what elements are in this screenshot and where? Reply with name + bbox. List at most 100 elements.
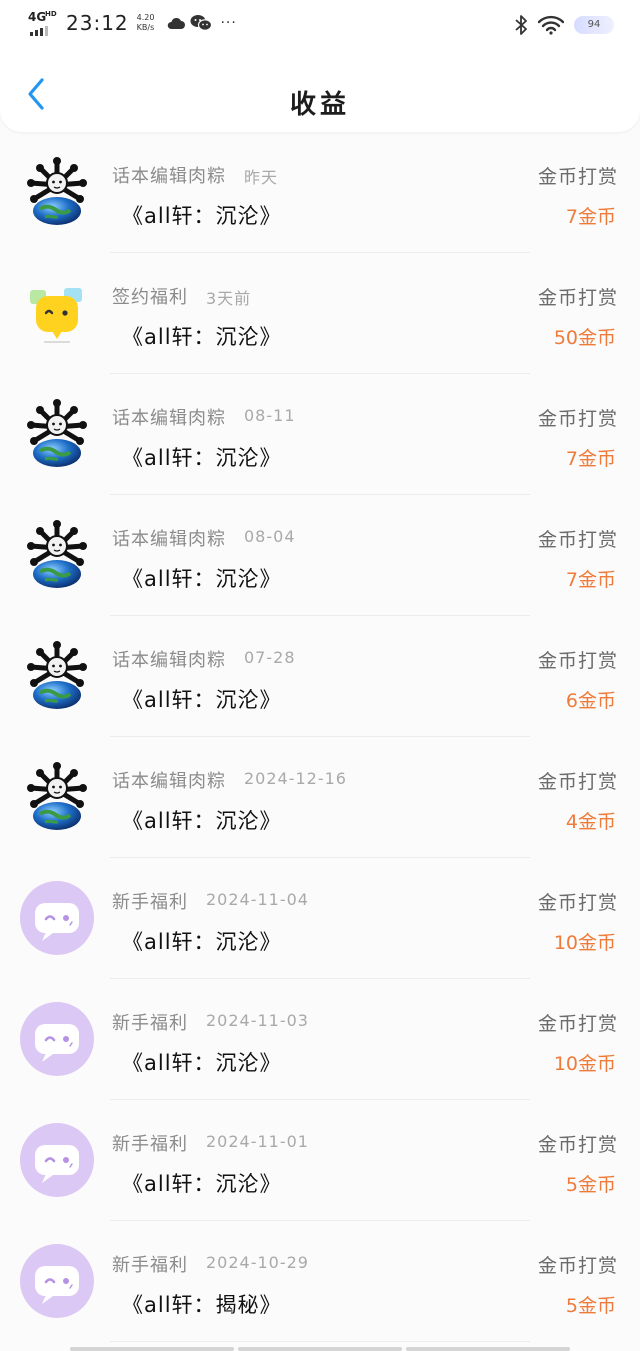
record-source: 新手福利 <box>112 892 188 913</box>
income-record-row[interactable]: 话本编辑肉粽 昨天 《all轩：沉沦》 金币打赏 7金币 <box>0 132 640 253</box>
record-reward-type: 金币打赏 <box>537 771 618 793</box>
record-date: 2024-11-01 <box>206 1132 309 1151</box>
record-amount: 7金币 <box>565 569 616 591</box>
record-reward-type: 金币打赏 <box>537 650 618 672</box>
record-date: 2024-10-29 <box>206 1253 309 1272</box>
editor-globe-icon <box>27 157 87 225</box>
record-date: 2024-11-03 <box>206 1011 309 1030</box>
purple-chat-bubble-icon <box>20 1123 94 1197</box>
income-record-row[interactable]: 签约福利 3天前 《all轩：沉沦》 金币打赏 50金币 <box>0 253 640 374</box>
editor-globe-icon <box>27 762 87 830</box>
record-amount: 10金币 <box>553 932 616 954</box>
record-work-title: 《all轩：沉沦》 <box>122 1051 282 1075</box>
editor-globe-icon <box>27 399 87 467</box>
speed-unit: KB/s <box>136 23 155 32</box>
record-date: 3天前 <box>206 289 252 308</box>
yellow-chat-bubble-icon <box>30 288 82 343</box>
income-record-list: 话本编辑肉粽 昨天 《all轩：沉沦》 金币打赏 7金币 签约福利 3天前 《a… <box>0 132 640 1342</box>
wifi-icon <box>538 15 564 35</box>
record-amount: 50金币 <box>553 327 616 349</box>
battery-indicator: 94 <box>574 16 614 34</box>
record-work-title: 《all轩：沉沦》 <box>122 809 282 833</box>
income-record-row[interactable]: 话本编辑肉粽 08-11 《all轩：沉沦》 金币打赏 7金币 <box>0 374 640 495</box>
record-amount: 4金币 <box>565 811 616 833</box>
record-reward-type: 金币打赏 <box>537 1013 618 1035</box>
record-source: 签约福利 <box>112 287 188 308</box>
page-title: 收益 <box>289 90 350 120</box>
status-right: 94 <box>514 14 614 36</box>
record-work-title: 《all轩：沉沦》 <box>122 567 282 591</box>
sender-avatar <box>20 397 94 471</box>
sender-avatar <box>20 155 94 229</box>
notification-icons: ··· <box>166 14 236 32</box>
purple-chat-bubble-icon <box>20 1244 94 1318</box>
record-amount: 5金币 <box>565 1295 616 1317</box>
editor-globe-icon <box>27 641 87 709</box>
page-header: 收益 <box>0 62 640 132</box>
record-reward-type: 金币打赏 <box>537 1255 618 1277</box>
sender-avatar <box>20 639 94 713</box>
record-work-title: 《all轩：沉沦》 <box>122 446 282 470</box>
record-work-title: 《all轩：沉沦》 <box>122 204 282 228</box>
sender-avatar <box>20 760 94 834</box>
wechat-icon <box>190 15 213 31</box>
record-source: 新手福利 <box>112 1134 188 1155</box>
record-date: 2024-11-04 <box>206 890 309 909</box>
record-amount: 10金币 <box>553 1053 616 1075</box>
record-date: 07-28 <box>244 648 296 667</box>
status-bar: 4G HD 23:12 4.20 KB/s ··· 94 <box>0 0 640 50</box>
record-source: 新手福利 <box>112 1013 188 1034</box>
income-record-row[interactable]: 话本编辑肉粽 07-28 《all轩：沉沦》 金币打赏 6金币 <box>0 616 640 737</box>
sender-avatar <box>20 276 94 350</box>
record-reward-type: 金币打赏 <box>537 529 618 551</box>
record-date: 08-11 <box>244 406 296 425</box>
purple-chat-bubble-icon <box>20 881 94 955</box>
record-source: 话本编辑肉粽 <box>112 166 226 187</box>
income-record-row[interactable]: 新手福利 2024-11-04 《all轩：沉沦》 金币打赏 10金币 <box>0 858 640 979</box>
sender-avatar <box>20 881 94 955</box>
record-work-title: 《all轩：沉沦》 <box>122 688 282 712</box>
editor-globe-icon <box>27 520 87 588</box>
record-source: 新手福利 <box>112 1255 188 1276</box>
record-date: 昨天 <box>244 168 279 187</box>
record-source: 话本编辑肉粽 <box>112 771 226 792</box>
record-amount: 6金币 <box>565 690 616 712</box>
sender-avatar <box>20 1244 94 1318</box>
record-source: 话本编辑肉粽 <box>112 650 226 671</box>
income-record-row[interactable]: 新手福利 2024-11-03 《all轩：沉沦》 金币打赏 10金币 <box>0 979 640 1100</box>
record-work-title: 《all轩：沉沦》 <box>122 1172 282 1196</box>
record-work-title: 《all轩：揭秘》 <box>122 1293 282 1317</box>
record-amount: 5金币 <box>565 1174 616 1196</box>
cloud-icon <box>168 17 186 29</box>
record-work-title: 《all轩：沉沦》 <box>122 930 282 954</box>
record-reward-type: 金币打赏 <box>537 287 618 309</box>
network-type: 4G <box>28 10 47 24</box>
status-left: 4G HD 23:12 4.20 KB/s ··· <box>28 10 237 36</box>
top-bar: 4G HD 23:12 4.20 KB/s ··· 94 收益 <box>0 0 640 132</box>
sender-avatar <box>20 1123 94 1197</box>
record-amount: 7金币 <box>565 448 616 470</box>
income-record-row[interactable]: 话本编辑肉粽 08-04 《all轩：沉沦》 金币打赏 7金币 <box>0 495 640 616</box>
record-reward-type: 金币打赏 <box>537 408 618 430</box>
income-record-row[interactable]: 话本编辑肉粽 2024-12-16 《all轩：沉沦》 金币打赏 4金币 <box>0 737 640 858</box>
sender-avatar <box>20 1002 94 1076</box>
record-date: 08-04 <box>244 527 296 546</box>
purple-chat-bubble-icon <box>20 1002 94 1076</box>
record-reward-type: 金币打赏 <box>537 1134 618 1156</box>
record-reward-type: 金币打赏 <box>537 892 618 914</box>
income-screen: 4G HD 23:12 4.20 KB/s ··· 94 收益 话本编辑肉粽 昨… <box>0 0 640 1351</box>
record-date: 2024-12-16 <box>244 769 347 788</box>
record-amount: 7金币 <box>565 206 616 228</box>
row-divider <box>110 1341 530 1342</box>
income-record-row[interactable]: 新手福利 2024-10-29 《all轩：揭秘》 金币打赏 5金币 <box>0 1221 640 1342</box>
record-source: 话本编辑肉粽 <box>112 529 226 550</box>
clock: 23:12 <box>66 11 129 35</box>
record-source: 话本编辑肉粽 <box>112 408 226 429</box>
speed-value: 4.20 <box>136 13 155 22</box>
cellular-signal-icon: 4G HD <box>28 10 62 36</box>
network-speed: 4.20 KB/s <box>137 13 155 33</box>
income-record-row[interactable]: 新手福利 2024-11-01 《all轩：沉沦》 金币打赏 5金币 <box>0 1100 640 1221</box>
bottom-scroll-indicator <box>70 1347 570 1351</box>
network-hd: HD <box>45 10 57 18</box>
bluetooth-icon <box>515 15 527 35</box>
